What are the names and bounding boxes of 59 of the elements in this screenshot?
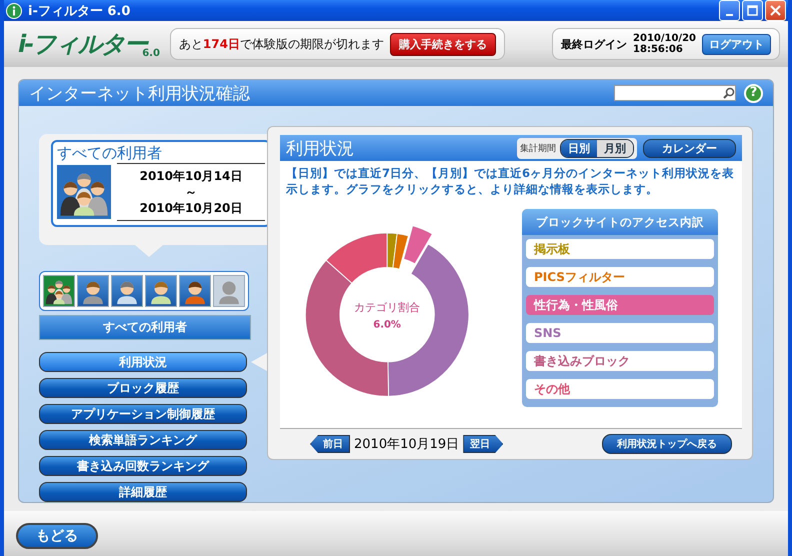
usage-title: 利用状況	[286, 138, 355, 160]
chart-center-value: 6.0%	[373, 319, 401, 330]
next-day-button[interactable]: 翌日	[463, 435, 504, 453]
user-group-icon	[57, 165, 111, 219]
nav-item[interactable]: 検索単語ランキング	[39, 430, 247, 450]
previous-day-button[interactable]: 前日	[310, 435, 350, 453]
legend-title: ブロックサイトのアクセス内訳	[522, 209, 718, 235]
chart-center-label: カテゴリ割合	[354, 301, 420, 314]
nav-item[interactable]: 利用状況	[39, 352, 247, 372]
nav-item[interactable]: 書き込み回数ランキング	[39, 456, 247, 476]
close-button[interactable]	[765, 0, 786, 21]
period-tab[interactable]: 月別	[597, 140, 633, 156]
legend-item[interactable]: 書き込みブロック	[526, 351, 714, 371]
selected-user-label: すべての利用者	[39, 315, 251, 340]
purchase-button[interactable]: 購入手続きをする	[390, 32, 496, 56]
search-field[interactable]	[614, 85, 736, 101]
minimize-button[interactable]	[719, 0, 740, 21]
nav-item[interactable]: 詳細履歴	[39, 482, 247, 502]
donut-segment[interactable]	[326, 232, 388, 284]
login-date: 2010/10/20	[633, 33, 696, 44]
legend-item[interactable]: 性行為・性風俗	[526, 295, 714, 315]
page-title: インターネット利用状況確認	[29, 82, 251, 104]
donut-segment[interactable]	[403, 225, 433, 264]
search-icon[interactable]	[723, 87, 735, 99]
maximize-icon	[747, 5, 758, 16]
close-icon	[770, 5, 781, 16]
logout-button[interactable]: ログアウト	[702, 34, 771, 54]
trial-notice: あと 174日で体験版の期限が切れます	[178, 36, 384, 52]
date-from: 2010年10月14日	[140, 168, 242, 184]
donut-segment[interactable]	[392, 233, 409, 270]
user-avatar[interactable]	[77, 275, 109, 307]
nav-item[interactable]: ブロック履歴	[39, 378, 247, 398]
back-button[interactable]: もどる	[16, 523, 98, 549]
date-separator: ～	[185, 184, 197, 200]
app-icon	[6, 2, 22, 18]
legend-item[interactable]: SNS	[526, 323, 714, 343]
legend-item[interactable]: 掲示板	[526, 239, 714, 259]
user-avatar[interactable]	[111, 275, 143, 307]
user-card-title: すべての利用者	[57, 144, 163, 163]
user-avatar[interactable]	[179, 275, 211, 307]
calendar-button[interactable]: カレンダー	[643, 138, 736, 158]
maximize-button[interactable]	[742, 0, 763, 21]
date-to: 2010年10月20日	[140, 200, 242, 216]
user-avatar[interactable]	[43, 275, 75, 307]
description: 【日別】では直近7日分、【月別】では直近6ヶ月分のインターネット利用状況を表示します。グラフをクリックすると、より詳細な情報を表示します。	[285, 165, 736, 198]
login-label: 最終ログイン	[561, 36, 628, 52]
window-title: i-フィルター 6.0	[28, 2, 132, 20]
login-time: 18:56:06	[633, 44, 684, 55]
legend-item[interactable]: その他	[526, 379, 714, 399]
logo-version: 6.0	[142, 48, 160, 59]
period-label: 集計期間	[520, 142, 556, 154]
minimize-icon	[726, 14, 733, 16]
back-to-top-button[interactable]: 利用状況トップへ戻る	[602, 434, 732, 454]
user-avatar[interactable]	[145, 275, 177, 307]
legend-item[interactable]: PICSフィルター	[526, 267, 714, 287]
help-button[interactable]: ?	[744, 84, 763, 102]
nav-item[interactable]: アプリケーション制御履歴	[39, 404, 247, 424]
current-date: 2010年10月19日	[354, 436, 460, 453]
period-tab[interactable]: 日別	[561, 140, 597, 156]
